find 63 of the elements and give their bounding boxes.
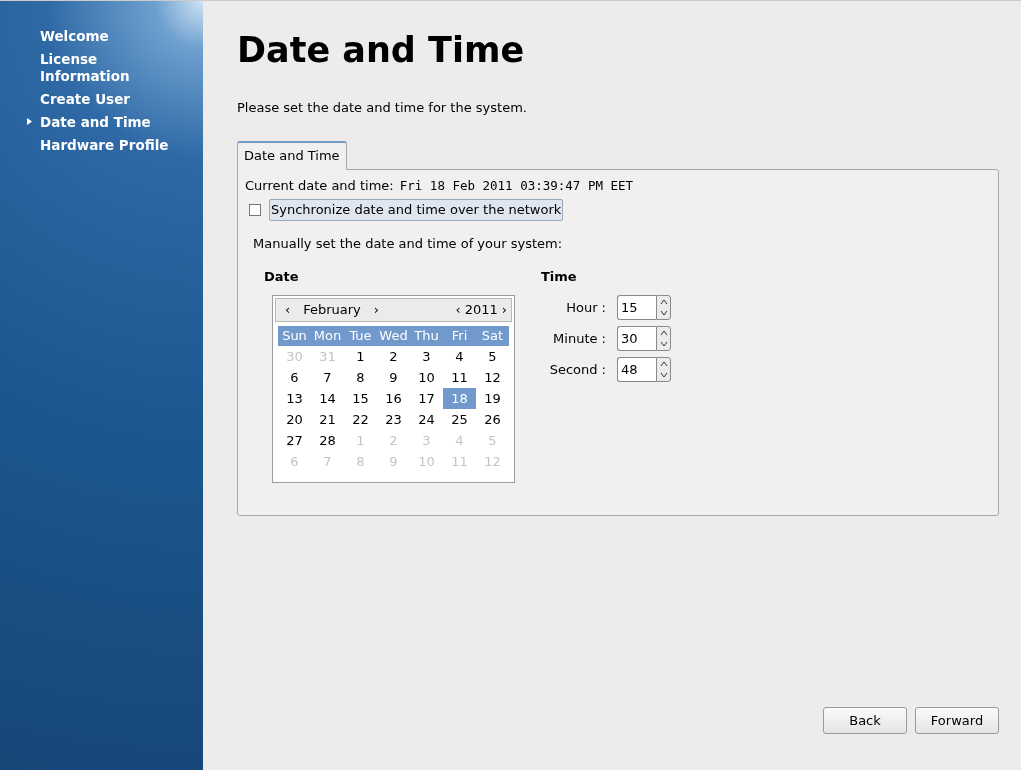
- spin-field[interactable]: 30: [617, 325, 656, 351]
- next-month-arrow[interactable]: ›: [368, 300, 384, 320]
- prev-month-arrow[interactable]: ‹: [280, 300, 296, 320]
- calendar-day[interactable]: 19: [476, 387, 509, 409]
- calendar-day[interactable]: 6: [278, 366, 311, 388]
- calendar-day[interactable]: 4: [443, 345, 476, 367]
- next-year-arrow[interactable]: ›: [501, 300, 507, 320]
- time-label: Minute :: [553, 329, 606, 348]
- current-value: Fri 18 Feb 2011 03:39:47 PM EET: [399, 176, 634, 195]
- page-title: Date and Time: [237, 31, 526, 70]
- calendar-day[interactable]: 20: [278, 408, 311, 430]
- calendar-day[interactable]: 11: [443, 366, 476, 388]
- weekday-label: Sat: [480, 326, 505, 345]
- calendar-day[interactable]: 22: [344, 408, 377, 430]
- sync-checkbox[interactable]: [249, 204, 261, 216]
- time-heading: Time: [541, 268, 578, 287]
- sidebar-item[interactable]: Date and Time: [40, 114, 151, 131]
- time-label: Hour :: [566, 298, 606, 317]
- calendar-day[interactable]: 12: [476, 366, 509, 388]
- spin-field[interactable]: 48: [617, 356, 656, 382]
- calendar-day[interactable]: 27: [278, 429, 311, 451]
- sidebar-item[interactable]: Welcome: [40, 28, 109, 45]
- current-label: Current date and time:: [245, 176, 394, 195]
- sync-label[interactable]: Synchronize date and time over the network: [269, 199, 564, 221]
- sidebar-item[interactable]: Create User: [40, 91, 130, 108]
- calendar-day[interactable]: 28: [311, 429, 344, 451]
- calendar-day[interactable]: 24: [410, 408, 443, 430]
- month-label: February: [302, 301, 362, 319]
- calendar-day[interactable]: 23: [377, 408, 410, 430]
- prev-year-arrow[interactable]: ‹: [455, 300, 461, 320]
- calendar-day[interactable]: 13: [278, 387, 311, 409]
- calendar-day[interactable]: 7: [311, 366, 344, 388]
- calendar-day[interactable]: 8: [344, 366, 377, 388]
- weekday-label: Tue: [348, 326, 373, 345]
- manual-label: Manually set the date and time of your system:: [253, 234, 564, 253]
- back-button[interactable]: Back: [823, 706, 907, 734]
- weekday-label: Mon: [312, 326, 343, 345]
- calendar-day[interactable]: 3: [410, 345, 443, 367]
- year-label: 2011: [463, 301, 499, 319]
- calendar-day[interactable]: 15: [344, 387, 377, 409]
- weekday-label: Wed: [378, 326, 409, 345]
- sidebar-item[interactable]: License Information: [40, 51, 150, 85]
- calendar-day[interactable]: 26: [476, 408, 509, 430]
- weekday-label: Sun: [281, 326, 308, 345]
- calendar-day[interactable]: 5: [476, 345, 509, 367]
- date-heading: Date: [264, 268, 300, 287]
- calendar-day[interactable]: 9: [377, 366, 410, 388]
- weekday-label: Thu: [413, 326, 440, 345]
- spin-field[interactable]: 15: [617, 294, 656, 320]
- calendar-day[interactable]: 25: [443, 408, 476, 430]
- calendar-day[interactable]: 1: [344, 345, 377, 367]
- calendar-day[interactable]: 10: [410, 366, 443, 388]
- calendar-day[interactable]: 21: [311, 408, 344, 430]
- calendar-day[interactable]: 17: [410, 387, 443, 409]
- calendar-day[interactable]: 2: [377, 345, 410, 367]
- weekday-label: Fri: [450, 326, 469, 345]
- calendar-day[interactable]: 16: [377, 387, 410, 409]
- sidebar-item[interactable]: Hardware Profile: [40, 137, 169, 154]
- nav-button[interactable]: Forward: [915, 706, 999, 734]
- intro-text: Please set the date and time for the system.: [237, 98, 528, 117]
- tab[interactable]: Date and Time: [237, 141, 347, 170]
- time-label: Second :: [549, 360, 606, 379]
- calendar-day[interactable]: 14: [311, 387, 344, 409]
